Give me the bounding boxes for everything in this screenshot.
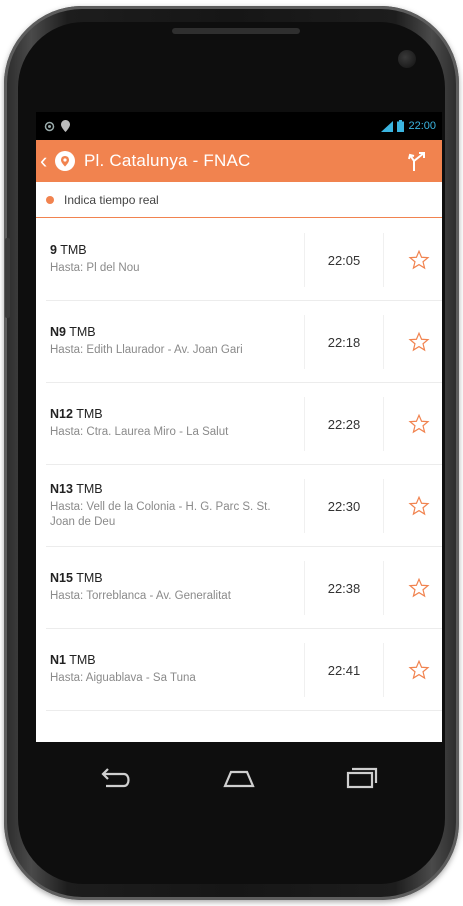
departure-row[interactable]: N15 TMB Hasta: Torreblanca - Av. General… (46, 547, 442, 629)
favorite-star-icon[interactable] (408, 495, 430, 517)
line-destination: Hasta: Edith Llaurador - Av. Joan Gari (50, 344, 243, 356)
departures-list: 9 TMB Hasta: Pl del Nou 22:05 N9 TMB Has… (46, 219, 442, 711)
departure-row[interactable]: 9 TMB Hasta: Pl del Nou 22:05 (46, 219, 442, 301)
battery-icon (397, 120, 405, 132)
earpiece-speaker (172, 28, 300, 34)
line-destination: Hasta: Torreblanca - Av. Generalitat (50, 590, 231, 602)
back-nav-icon[interactable] (94, 766, 134, 790)
legend-text: Indica tiempo real (64, 192, 159, 207)
line-destination: Hasta: Vell de la Colonia - H. G. Parc S… (50, 500, 271, 528)
device-screen: 22:00 ‹ Pl. Catalunya - FNAC Indica tiem… (36, 112, 442, 742)
departure-time: 22:28 (304, 397, 384, 451)
departure-row[interactable]: N13 TMB Hasta: Vell de la Colonia - H. G… (46, 465, 442, 547)
recents-nav-icon[interactable] (341, 766, 381, 790)
line-destination: Hasta: Pl del Nou (50, 262, 140, 274)
line-code: N9 TMB (50, 325, 96, 339)
departure-row[interactable]: N1 TMB Hasta: Aiguablava - Sa Tuna 22:41 (46, 629, 442, 711)
departure-row[interactable]: N9 TMB Hasta: Edith Llaurador - Av. Joan… (46, 301, 442, 383)
line-code: N15 TMB (50, 571, 103, 585)
front-camera (398, 50, 416, 68)
departure-row[interactable]: N12 TMB Hasta: Ctra. Laurea Miro - La Sa… (46, 383, 442, 465)
legend: Indica tiempo real (36, 182, 442, 218)
map-pin-icon (61, 120, 70, 132)
favorite-star-icon[interactable] (408, 331, 430, 353)
page-title: Pl. Catalunya - FNAC (84, 151, 251, 170)
signal-icon (381, 120, 394, 132)
back-icon[interactable]: ‹ (40, 150, 52, 172)
realtime-dot-icon (46, 195, 54, 204)
side-button (5, 238, 10, 318)
departure-time: 22:30 (304, 479, 384, 533)
app-logo-icon[interactable] (54, 150, 76, 172)
content-area: Indica tiempo real 9 TMB Hasta: Pl del N… (36, 182, 442, 742)
system-nav-bar (36, 742, 442, 812)
departure-time: 22:18 (304, 315, 384, 369)
favorite-star-icon[interactable] (408, 249, 430, 271)
favorite-star-icon[interactable] (408, 413, 430, 435)
status-time: 22:00 (408, 120, 436, 132)
line-code: N13 TMB (50, 481, 103, 496)
app-bar: ‹ Pl. Catalunya - FNAC (36, 140, 442, 182)
home-nav-icon[interactable] (219, 766, 259, 790)
line-code: 9 TMB (50, 243, 87, 257)
departure-time: 22:05 (304, 233, 384, 287)
line-destination: Hasta: Aiguablava - Sa Tuna (50, 672, 196, 684)
route-icon[interactable] (406, 149, 430, 173)
status-bar: 22:00 (36, 112, 442, 140)
line-destination: Hasta: Ctra. Laurea Miro - La Salut (50, 426, 229, 438)
departure-time: 22:41 (304, 643, 384, 697)
favorite-star-icon[interactable] (408, 659, 430, 681)
line-code: N1 TMB (50, 653, 96, 667)
favorite-star-icon[interactable] (408, 577, 430, 599)
location-icon (44, 121, 55, 131)
departure-time: 22:38 (304, 561, 384, 615)
line-code: N12 TMB (50, 407, 103, 421)
